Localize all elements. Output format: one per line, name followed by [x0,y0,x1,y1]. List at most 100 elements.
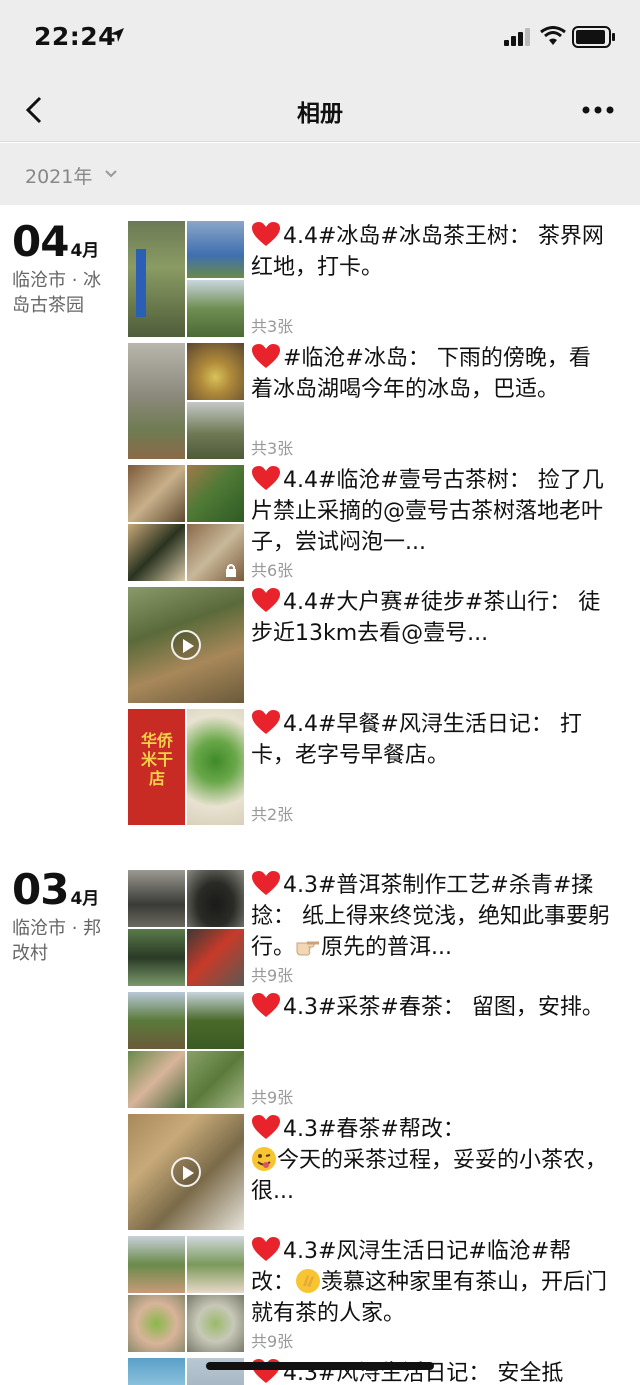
photo-tile [187,992,244,1049]
photo-tile [128,465,185,522]
post-caption-cont: 今天的采茶过程，妥妥的小茶农，很... [251,1148,608,1204]
winking-tongue-emoji-icon [252,1147,276,1171]
photo-tile [128,870,185,927]
fingers-crossed-emoji-icon [296,1269,321,1293]
post-text: 4.3#采茶#春茶： 留图，安排。 [251,992,611,1023]
post-thumbnail[interactable] [128,1236,244,1352]
post-thumbnail[interactable] [128,465,244,581]
album-post[interactable]: 4.3#采茶#春茶： 留图，安排。 共9张 [128,992,618,1108]
play-icon[interactable] [171,1157,201,1187]
photo-tile [187,709,244,825]
photo-tile [128,992,185,1049]
post-thumbnail[interactable] [128,343,244,459]
play-icon[interactable] [171,630,201,660]
photo-tile [128,929,185,986]
red-heart-emoji-icon [252,588,280,612]
post-text: 4.3#春茶#帮改： 今天的采茶过程，妥妥的小茶农，很... [251,1114,611,1207]
photo-tile [128,1236,185,1293]
photo-tile [128,343,185,459]
pointing-hand-emoji-icon [296,941,320,956]
year-filter[interactable]: 2021年 [0,143,640,205]
day-number: 04 [12,217,69,266]
red-heart-emoji-icon [252,993,280,1017]
page-title: 相册 [297,101,343,127]
post-caption: 4.4#临沧#壹号古茶树： 捡了几片禁止采摘的@壹号古茶树落地老叶子，尝试闷泡一… [251,468,604,555]
post-text: 4.4#大户赛#徒步#茶山行： 徒步近13km去看@壹号... [251,587,611,680]
photo-tile [187,870,244,927]
post-caption: 4.4#早餐#风浔生活日记： 打卡，老字号早餐店。 [251,712,582,768]
photo-tile [187,465,244,522]
photo-count: 共9张 [251,966,294,985]
album-post[interactable]: 4.3#风浔生活日记#临沧#帮改： 羡慕这种家里有茶山，开后门就有茶的人家。 共9… [128,1236,618,1352]
album-post[interactable]: 4.4#冰岛#冰岛茶王树： 茶界网红地，打卡。 共3张 [128,221,618,337]
month-label: 4月 [70,241,100,261]
red-heart-emoji-icon [252,871,280,895]
photo-tile [187,343,244,400]
location-label: 临沧市 · 冰 岛古茶园 [12,268,122,318]
post-text: #临沧#冰岛： 下雨的傍晚，看着冰岛湖喝今年的冰岛，巴适。 [251,343,611,405]
post-caption: 4.4#冰岛#冰岛茶王树： 茶界网红地，打卡。 [251,224,604,280]
post-caption: #临沧#冰岛： 下雨的傍晚，看着冰岛湖喝今年的冰岛，巴适。 [251,346,591,402]
photo-tile [187,280,244,337]
red-heart-emoji-icon [252,344,280,368]
photo-tile: 华侨米干店 [128,709,185,825]
album-post[interactable]: 4.3#春茶#帮改： 今天的采茶过程，妥妥的小茶农，很... [128,1114,618,1230]
post-caption: 4.3#春茶#帮改： [283,1117,465,1142]
photo-tile [128,524,185,581]
year-label[interactable]: 2021年 [25,162,92,189]
video-thumbnail[interactable] [128,1114,244,1230]
location-line: 临沧市 · 邦 [12,918,102,939]
post-caption: 4.3#采茶#春茶： 留图，安排。 [283,995,604,1020]
more-dots-icon[interactable] [580,104,616,116]
location-line: 改村 [12,943,48,964]
red-heart-emoji-icon [252,1237,280,1261]
photo-tile [187,524,244,581]
red-heart-emoji-icon [252,710,280,734]
status-time: 22:24 [34,22,117,51]
status-bar: 22:24 [0,0,640,78]
red-heart-emoji-icon [252,222,280,246]
chevron-down-icon[interactable] [104,167,118,181]
date-block: 04 4月 临沧市 · 冰 岛古茶园 [12,217,122,318]
album-post[interactable]: 4.4#临沧#壹号古茶树： 捡了几片禁止采摘的@壹号古茶树落地老叶子，尝试闷泡一… [128,465,618,581]
post-thumbnail[interactable] [128,870,244,986]
photo-count: 共9张 [251,1088,294,1107]
photo-tile [187,1236,244,1293]
album-post[interactable]: 4.4#大户赛#徒步#茶山行： 徒步近13km去看@壹号... [128,587,618,703]
red-heart-emoji-icon [252,466,280,490]
post-thumbnail[interactable]: 华侨米干店 [128,709,244,825]
shop-sign-text: 华侨米干店 [140,731,173,788]
post-text: 4.3#普洱茶制作工艺#杀青#揉捻： 纸上得来终觉浅，绝知此事要躬行。 原先的普洱… [251,870,611,963]
album-post[interactable]: 4.3#普洱茶制作工艺#杀青#揉捻： 纸上得来终觉浅，绝知此事要躬行。 原先的普洱… [128,870,618,986]
post-thumbnail[interactable] [128,221,244,337]
location-line: 临沧市 · 冰 [12,270,102,291]
post-thumbnail[interactable] [128,992,244,1108]
cellular-signal-icon [504,28,530,46]
location-line: 岛古茶园 [12,295,84,316]
home-indicator[interactable] [206,1362,434,1370]
album-post[interactable]: #临沧#冰岛： 下雨的傍晚，看着冰岛湖喝今年的冰岛，巴适。 共3张 [128,343,618,459]
photo-tile [128,1295,185,1352]
photo-tile [187,1051,244,1108]
wifi-icon [540,26,566,45]
photo-count: 共9张 [251,1332,294,1351]
photo-tile [128,1051,185,1108]
post-caption: 4.4#大户赛#徒步#茶山行： 徒步近13km去看@壹号... [251,590,601,646]
video-thumbnail[interactable] [128,587,244,703]
date-block: 03 4月 临沧市 · 邦 改村 [12,865,122,966]
nav-bar: 相册 [0,78,640,142]
battery-icon [572,26,615,48]
month-label: 4月 [70,889,100,909]
photo-count: 共3张 [251,317,294,336]
red-heart-emoji-icon [252,1115,280,1139]
lock-icon [226,564,236,577]
photo-count: 共6张 [251,561,294,580]
location-label: 临沧市 · 邦 改村 [12,916,122,966]
photo-tile [187,929,244,986]
photo-tile [187,402,244,459]
location-arrow-icon [110,28,124,42]
album-post[interactable]: 华侨米干店 4.4#早餐#风浔生活日记： 打卡，老字号早餐店。 共2张 [128,709,618,825]
photo-count: 共3张 [251,439,294,458]
post-text: 4.3#风浔生活日记#临沧#帮改： 羡慕这种家里有茶山，开后门就有茶的人家。 [251,1236,611,1329]
post-text: 4.4#早餐#风浔生活日记： 打卡，老字号早餐店。 [251,709,611,771]
